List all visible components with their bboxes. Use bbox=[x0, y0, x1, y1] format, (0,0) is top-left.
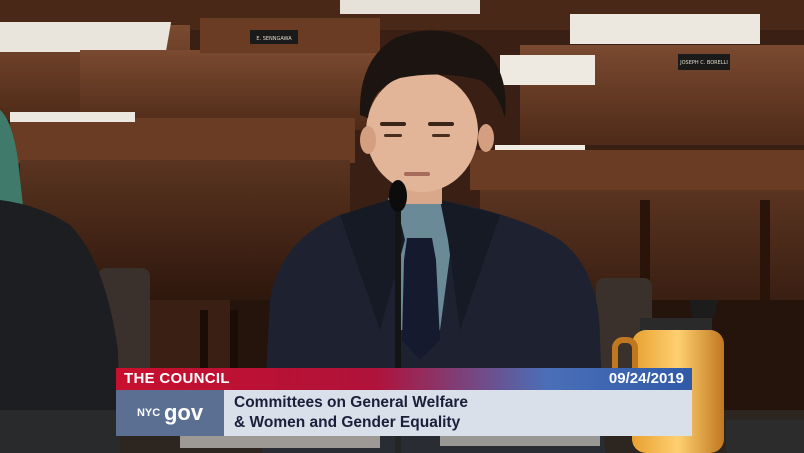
committee-title-line-2: & Women and Gender Equality bbox=[234, 414, 461, 431]
nyc-gov-logo: NYC gov bbox=[116, 390, 224, 436]
broadcast-date: 09/24/2019 bbox=[608, 370, 684, 387]
video-frame: E. SENNGAWA JOSEPH C. BORELLI THE COUNCI… bbox=[0, 0, 804, 453]
committee-title-box: Committees on General Welfare & Women an… bbox=[224, 390, 692, 436]
committee-title-line-1: Committees on General Welfare bbox=[234, 394, 469, 411]
gov-logo-text: gov bbox=[163, 400, 204, 425]
lower-third-banner: THE COUNCIL 09/24/2019 NYC gov Committee… bbox=[116, 368, 692, 436]
nameplate-right-text: JOSEPH C. BORELLI bbox=[679, 60, 728, 66]
nameplate-left-text: E. SENNGAWA bbox=[256, 36, 292, 42]
council-label: THE COUNCIL bbox=[124, 370, 230, 387]
nyc-logo-mark: NYC bbox=[136, 407, 161, 419]
banner-top-strip: THE COUNCIL 09/24/2019 bbox=[116, 368, 692, 390]
